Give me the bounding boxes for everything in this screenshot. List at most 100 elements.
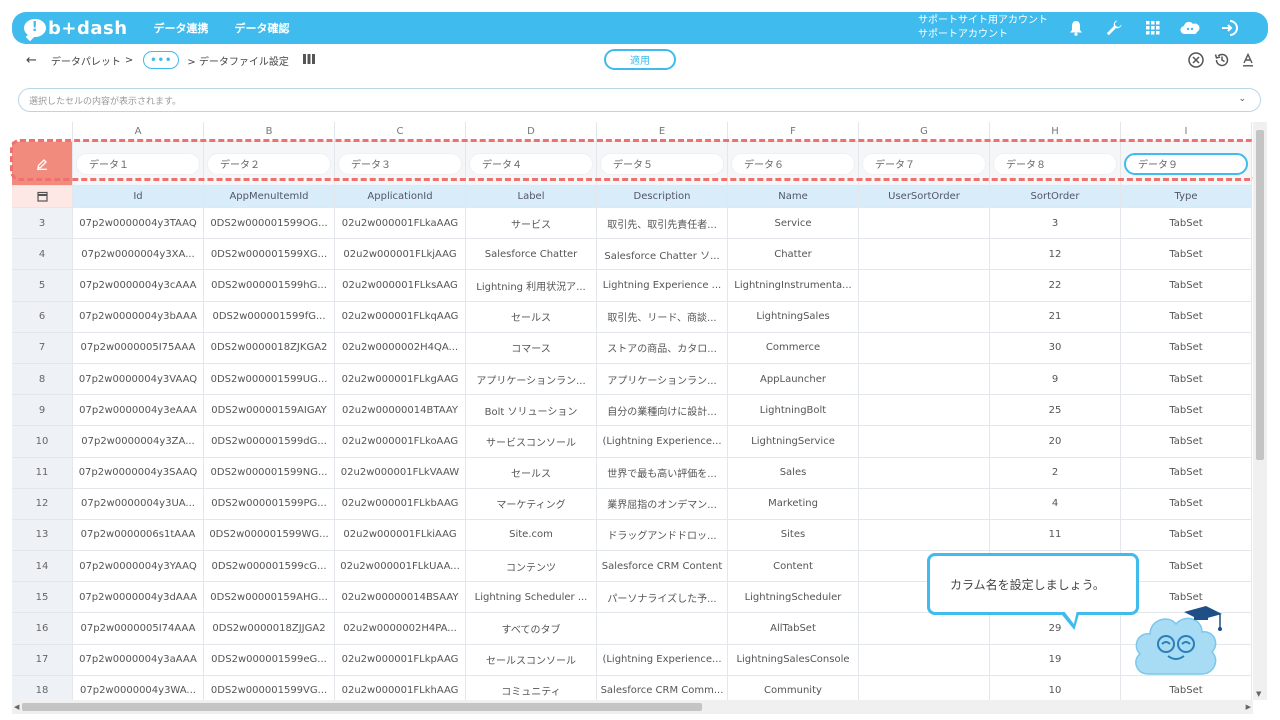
logout-icon[interactable] <box>1218 18 1240 38</box>
column-letter[interactable]: D <box>466 122 597 142</box>
nav-data-check[interactable]: データ確認 <box>235 20 290 36</box>
table-cell[interactable]: 0DS2w000001599OG... <box>204 208 335 240</box>
table-cell[interactable]: 0DS2w00000159AIGAY <box>204 395 335 427</box>
table-cell[interactable]: 22 <box>990 270 1121 302</box>
table-row[interactable]: 8 07p2w0000004y3VAAQ 0DS2w000001599UG... 02… <box>12 363 1252 396</box>
table-cell[interactable]: Lightning Scheduler ... <box>466 582 597 614</box>
table-cell[interactable]: 02u2w000001FLkgAAG <box>335 363 466 396</box>
table-cell[interactable] <box>859 519 990 552</box>
column-name-input[interactable]: データ７ <box>862 152 986 175</box>
column-name-input[interactable]: データ１ <box>76 152 200 175</box>
table-cell[interactable]: 0DS2w000001599cG... <box>204 551 335 583</box>
column-letter[interactable]: A <box>73 122 204 142</box>
field-header[interactable]: SortOrder <box>990 186 1121 208</box>
table-cell[interactable]: TabSet <box>1121 395 1252 427</box>
table-cell[interactable]: 3 <box>990 208 1121 240</box>
table-cell[interactable]: 07p2w0000004y3YAAQ <box>73 551 204 583</box>
history-icon[interactable] <box>1213 51 1231 69</box>
table-cell[interactable]: Commerce <box>728 332 859 364</box>
table-cell[interactable]: 0DS2w000001599XG... <box>204 239 335 271</box>
table-cell[interactable]: 25 <box>990 395 1121 427</box>
cell-content-bar[interactable]: 選択したセルの内容が表示されます。 ⌄ <box>18 88 1261 112</box>
text-format-icon[interactable] <box>1239 51 1257 69</box>
field-header[interactable]: Id <box>73 186 204 208</box>
table-cell[interactable]: TabSet <box>1121 551 1252 583</box>
table-cell[interactable]: Salesforce CRM Content <box>597 551 728 583</box>
column-name-input[interactable]: データ２ <box>207 152 331 175</box>
table-cell[interactable]: Bolt ソリューション <box>466 395 597 427</box>
table-cell[interactable]: 0DS2w000001599hG... <box>204 270 335 302</box>
table-cell[interactable]: TabSet <box>1121 270 1252 302</box>
table-cell[interactable] <box>859 426 990 458</box>
table-cell[interactable]: 07p2w0000004y3UA... <box>73 488 204 520</box>
table-row[interactable]: 11 07p2w0000004y3SAAQ 0DS2w000001599NG... 0… <box>12 457 1252 489</box>
table-cell[interactable]: TabSet <box>1121 426 1252 458</box>
table-cell[interactable]: パーソナライズした予... <box>597 582 728 614</box>
table-cell[interactable]: TabSet <box>1121 457 1252 489</box>
row-number[interactable]: 15 <box>12 582 73 614</box>
field-header[interactable]: AppMenuItemId <box>204 186 335 208</box>
table-cell[interactable]: 0DS2w000001599NG... <box>204 457 335 489</box>
row-number[interactable]: 10 <box>12 426 73 458</box>
table-cell[interactable]: 2 <box>990 457 1121 489</box>
table-cell[interactable]: 9 <box>990 363 1121 396</box>
scroll-down-arrow-icon[interactable]: ▼ <box>1256 690 1261 698</box>
table-cell[interactable]: 0DS2w000001599UG... <box>204 363 335 396</box>
table-cell[interactable]: TabSet <box>1121 363 1252 396</box>
table-cell[interactable]: 0DS2w0000018ZJKGA2 <box>204 332 335 364</box>
table-cell[interactable]: 0DS2w000001599fG... <box>204 301 335 333</box>
table-cell[interactable]: TabSet <box>1121 208 1252 240</box>
column-name-input[interactable]: データ４ <box>469 152 593 175</box>
horizontal-scrollbar[interactable]: ◀ ▶ <box>12 700 1253 714</box>
table-row[interactable]: 6 07p2w0000004y3bAAA 0DS2w000001599fG... 02… <box>12 301 1252 333</box>
table-cell[interactable]: LightningSalesConsole <box>728 644 859 676</box>
table-cell[interactable]: AllTabSet <box>728 613 859 645</box>
row-number[interactable]: 3 <box>12 208 73 240</box>
table-cell[interactable]: 0DS2w0000018ZJJGA2 <box>204 613 335 645</box>
table-cell[interactable]: 07p2w0000005I75AAA <box>73 332 204 364</box>
field-header[interactable]: Name <box>728 186 859 208</box>
table-cell[interactable]: 0DS2w000001599PG... <box>204 488 335 520</box>
table-cell[interactable]: 02u2w000001FLkVAAW <box>335 457 466 489</box>
table-cell[interactable]: Service <box>728 208 859 240</box>
table-cell[interactable] <box>859 488 990 520</box>
table-cell[interactable]: 07p2w0000004y3TAAQ <box>73 208 204 240</box>
table-cell[interactable]: Lightning 利用状況ア... <box>466 270 597 302</box>
table-cell[interactable]: コンテンツ <box>466 551 597 583</box>
column-name-input[interactable]: データ６ <box>731 152 855 175</box>
table-cell[interactable]: 取引先、リード、商談... <box>597 301 728 333</box>
table-cell[interactable]: 07p2w0000006s1tAAA <box>73 519 204 552</box>
table-cell[interactable]: 02u2w0000002H4PA... <box>335 613 466 645</box>
table-cell[interactable]: 4 <box>990 488 1121 520</box>
table-row[interactable]: 3 07p2w0000004y3TAAQ 0DS2w000001599OG... 02… <box>12 208 1252 240</box>
table-cell[interactable]: AppLauncher <box>728 363 859 396</box>
table-cell[interactable]: ストアの商品、カタロ... <box>597 332 728 364</box>
nav-data-integration[interactable]: データ連携 <box>154 20 209 36</box>
column-letter[interactable]: C <box>335 122 466 142</box>
table-cell[interactable]: LightningBolt <box>728 395 859 427</box>
close-circle-icon[interactable] <box>1187 51 1205 69</box>
table-cell[interactable]: 0DS2w000001599WG... <box>204 519 335 552</box>
table-cell[interactable] <box>859 208 990 240</box>
row-number[interactable]: 11 <box>12 457 73 489</box>
table-cell[interactable]: すべてのタブ <box>466 613 597 645</box>
table-cell[interactable]: 07p2w0000004y3VAAQ <box>73 363 204 396</box>
row-number[interactable]: 12 <box>12 488 73 520</box>
table-cell[interactable]: セールス <box>466 457 597 489</box>
field-header[interactable]: Type <box>1121 186 1252 208</box>
field-header[interactable]: Label <box>466 186 597 208</box>
edit-pencil-icon[interactable] <box>12 142 73 186</box>
table-cell[interactable]: 29 <box>990 613 1121 645</box>
table-cell[interactable]: サービス <box>466 208 597 240</box>
table-cell[interactable] <box>859 270 990 302</box>
table-cell[interactable]: TabSet <box>1121 301 1252 333</box>
table-cell[interactable]: 02u2w000001FLksAAG <box>335 270 466 302</box>
table-cell[interactable]: LightningSales <box>728 301 859 333</box>
table-row[interactable]: 10 07p2w0000004y3ZA... 0DS2w000001599dG...… <box>12 426 1252 458</box>
column-letter[interactable]: B <box>204 122 335 142</box>
calendar-icon[interactable] <box>12 186 73 208</box>
apply-button[interactable]: 適用 <box>604 49 676 70</box>
table-cell[interactable]: 07p2w0000004y3bAAA <box>73 301 204 333</box>
table-cell[interactable] <box>859 239 990 271</box>
table-cell[interactable]: コマース <box>466 332 597 364</box>
